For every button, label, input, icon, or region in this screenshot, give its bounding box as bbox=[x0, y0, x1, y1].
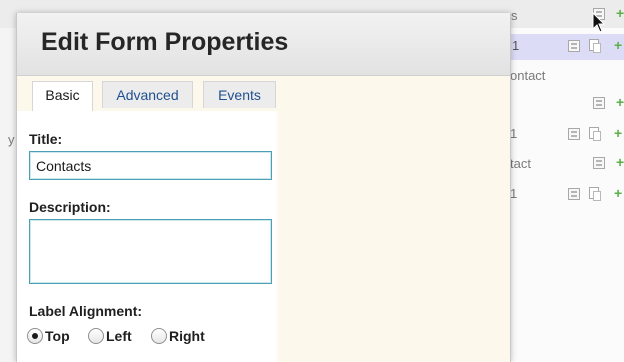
alignment-option-top[interactable]: Top bbox=[27, 328, 70, 344]
add-icon[interactable]: + bbox=[616, 155, 624, 169]
mouse-cursor-icon bbox=[592, 12, 606, 33]
add-icon[interactable]: + bbox=[614, 186, 622, 200]
description-label: Description: bbox=[29, 199, 111, 215]
background-row-text: tact bbox=[510, 156, 531, 171]
radio-unchecked-icon[interactable] bbox=[151, 328, 167, 344]
background-row-text: s bbox=[511, 8, 518, 23]
copy-icon[interactable] bbox=[589, 187, 601, 201]
background-row-selected[interactable] bbox=[508, 34, 624, 60]
properties-icon[interactable] bbox=[568, 40, 580, 52]
description-textarea[interactable] bbox=[29, 219, 272, 284]
copy-icon[interactable] bbox=[589, 127, 601, 141]
dialog-title: Edit Form Properties bbox=[41, 28, 289, 56]
background-left-text: y bbox=[8, 132, 15, 147]
alignment-top-label: Top bbox=[45, 328, 70, 344]
alignment-option-left[interactable]: Left bbox=[88, 328, 132, 344]
title-label: Title: bbox=[29, 131, 63, 147]
tab-advanced[interactable]: Advanced bbox=[102, 81, 193, 108]
add-icon[interactable]: + bbox=[614, 38, 622, 52]
properties-icon[interactable] bbox=[593, 157, 605, 169]
properties-icon[interactable] bbox=[593, 97, 605, 109]
background-row-text: 1 bbox=[512, 38, 520, 53]
add-icon[interactable]: + bbox=[616, 6, 624, 20]
background-row-text: ontact bbox=[510, 68, 546, 83]
alignment-option-right[interactable]: Right bbox=[151, 328, 205, 344]
background-row-text: 1 bbox=[510, 126, 518, 141]
tab-basic[interactable]: Basic bbox=[32, 81, 93, 112]
add-icon[interactable]: + bbox=[616, 95, 624, 109]
alignment-left-label: Left bbox=[106, 328, 132, 344]
background-row-text: 1 bbox=[510, 186, 518, 201]
edit-form-properties-dialog: Edit Form Properties Basic Advanced Even… bbox=[16, 13, 511, 362]
properties-icon[interactable] bbox=[568, 188, 580, 200]
properties-icon[interactable] bbox=[568, 128, 580, 140]
radio-unchecked-icon[interactable] bbox=[88, 328, 104, 344]
copy-icon[interactable] bbox=[589, 39, 601, 53]
add-icon[interactable]: + bbox=[614, 126, 622, 140]
dialog-header[interactable]: Edit Form Properties bbox=[17, 13, 510, 76]
alignment-right-label: Right bbox=[169, 328, 205, 344]
label-alignment-label: Label Alignment: bbox=[29, 303, 143, 319]
tab-events[interactable]: Events bbox=[203, 81, 276, 108]
radio-checked-icon[interactable] bbox=[27, 328, 43, 344]
title-input[interactable] bbox=[29, 151, 272, 180]
